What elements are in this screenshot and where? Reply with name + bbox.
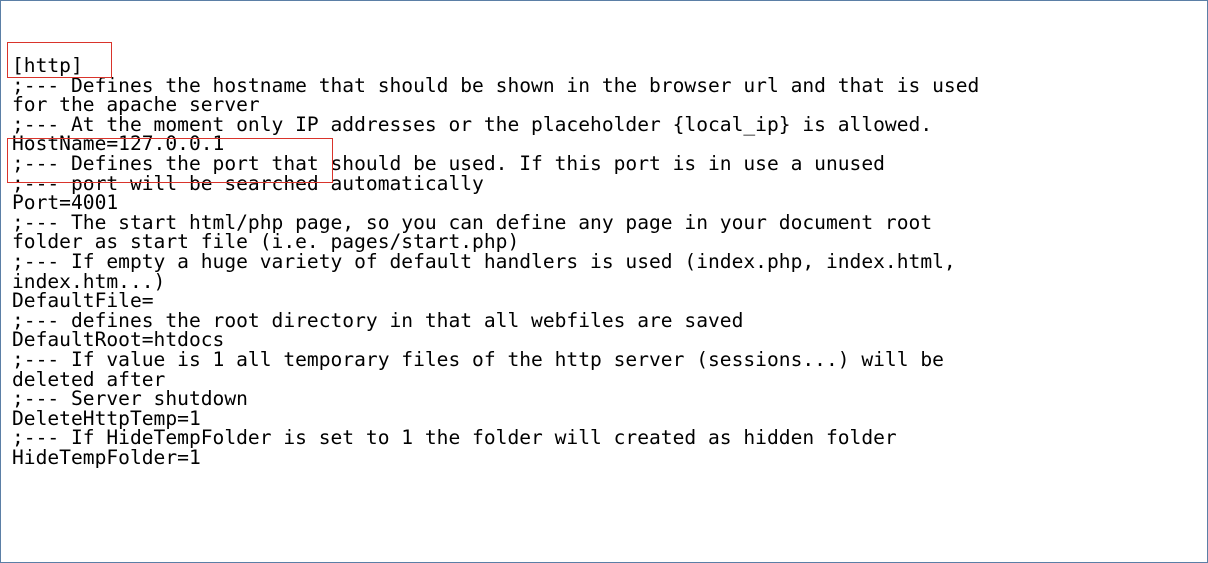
code-line: HideTempFolder=1: [12, 445, 201, 469]
code-line: for the apache server: [12, 93, 260, 117]
code-line: ;--- Server shutdown: [12, 387, 248, 411]
code-line: index.htm...): [12, 269, 166, 293]
code-line: ;--- If HideTempFolder is set to 1 the f…: [12, 426, 897, 450]
code-line: DefaultRoot=htdocs: [12, 328, 225, 352]
code-line: Port=4001: [12, 191, 119, 215]
text-editor[interactable]: [http] ;--- Defines the hostname that sho…: [0, 0, 1208, 563]
code-line: ;--- port will be searched automatically: [12, 171, 484, 195]
code-line: [http]: [12, 54, 83, 77]
config-text[interactable]: [http] ;--- Defines the hostname that sho…: [12, 56, 979, 467]
code-line: ;--- If value is 1 all temporary files o…: [12, 347, 944, 371]
code-line: ;--- If empty a huge variety of default …: [12, 249, 956, 273]
code-line: folder as start file (i.e. pages/start.p…: [12, 230, 520, 254]
code-line: DefaultFile=: [12, 289, 154, 313]
code-line: ;--- Defines the port that should be use…: [12, 151, 885, 175]
